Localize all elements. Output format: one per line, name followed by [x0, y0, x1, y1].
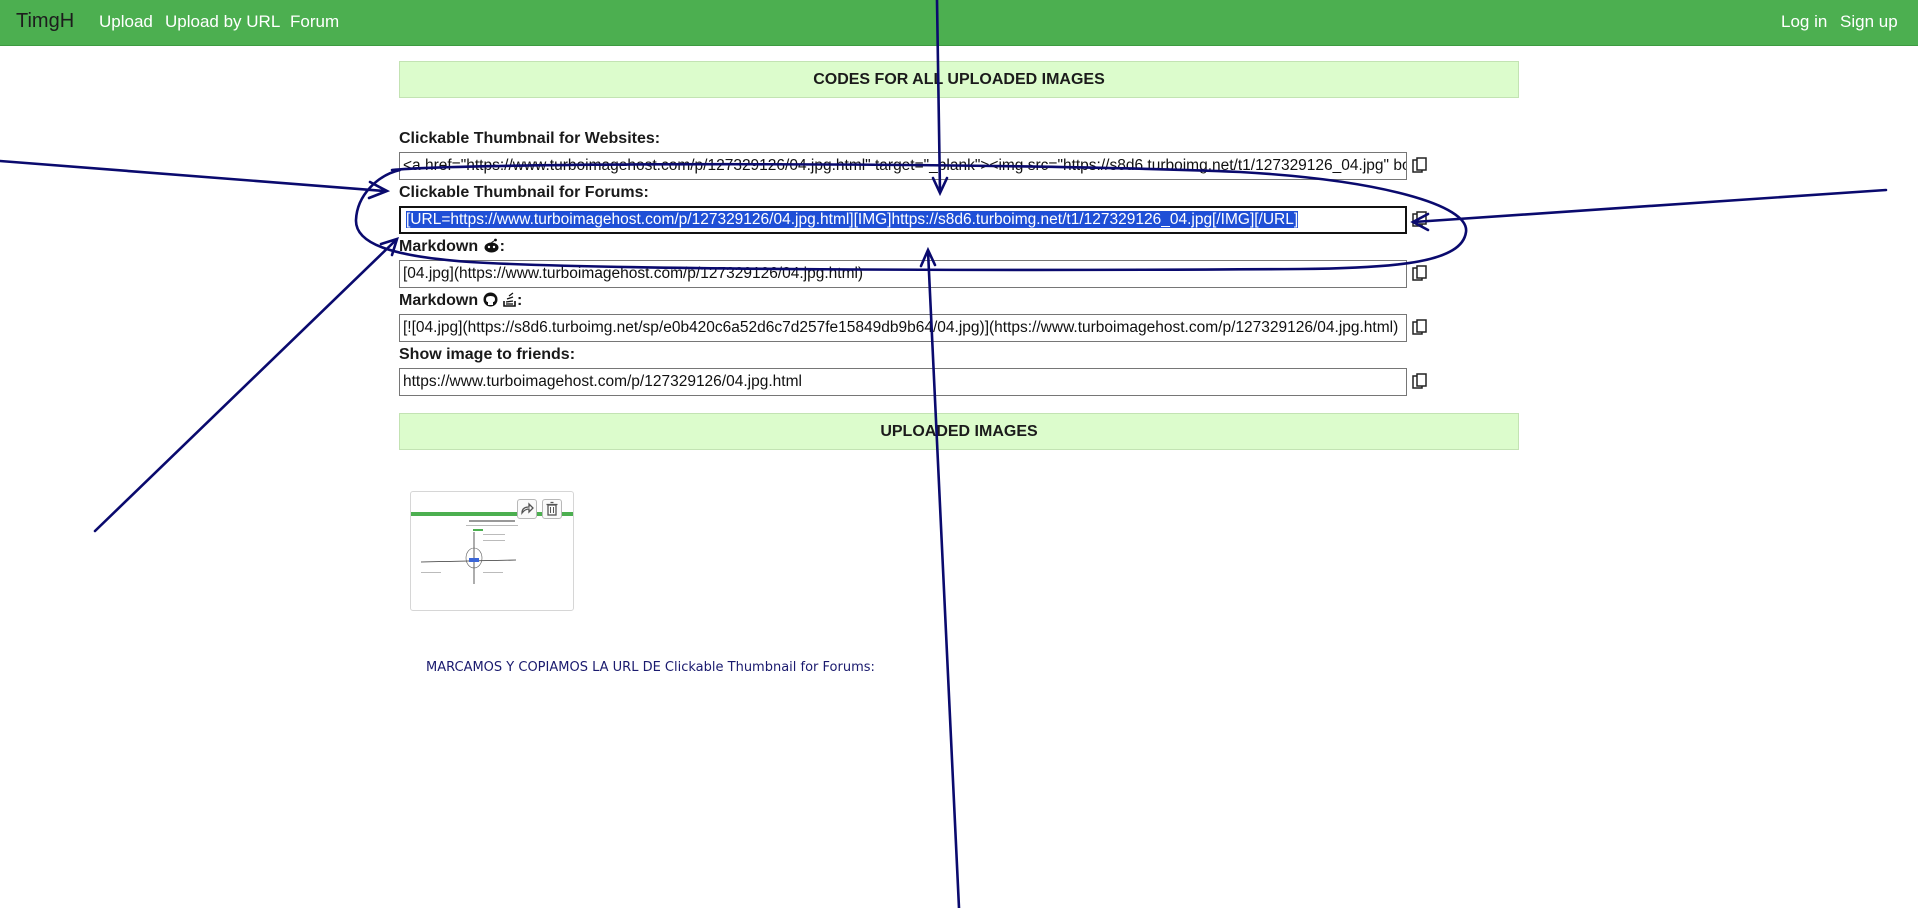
annotation-arrow	[926, 249, 961, 908]
annotation-arrow	[93, 238, 398, 533]
nav-upload-by-url[interactable]: Upload by URL	[165, 12, 280, 32]
copy-icon[interactable]	[1412, 157, 1428, 175]
annotation-overlay	[0, 0, 1888, 908]
reddit-icon	[484, 238, 499, 253]
field-label-friends: Show image to friends:	[399, 346, 576, 363]
share-icon[interactable]	[517, 499, 537, 519]
annotation-arrow	[0, 159, 387, 193]
code-input-friends[interactable]: https://www.turboimagehost.com/p/1273291…	[399, 368, 1407, 396]
code-input-markdown-github[interactable]: [![04.jpg](https://s8d6.turboimg.net/sp/…	[399, 314, 1407, 342]
uploaded-image-thumbnail[interactable]	[410, 491, 574, 611]
nav-upload[interactable]: Upload	[99, 12, 153, 32]
nav-log-in[interactable]: Log in	[1781, 12, 1827, 32]
field-label-colon: :	[517, 292, 523, 309]
top-navbar: TimgH Upload Upload by URL Forum Log in …	[0, 0, 1918, 46]
uploaded-images-banner: UPLOADED IMAGES	[399, 413, 1519, 450]
code-input-websites[interactable]: <a href="https://www.turboimagehost.com/…	[399, 152, 1407, 180]
copy-icon[interactable]	[1412, 265, 1428, 283]
annotation-arrowhead	[379, 237, 399, 257]
code-input-forums[interactable]: [URL=https://www.turboimagehost.com/p/12…	[399, 206, 1407, 234]
nav-sign-up[interactable]: Sign up	[1840, 12, 1898, 32]
field-label-colon: :	[499, 238, 505, 255]
field-label-markdown-github: Markdown :	[399, 292, 522, 310]
selected-text: [URL=https://www.turboimagehost.com/p/12…	[406, 211, 1299, 228]
annotation-arrow	[1412, 188, 1888, 224]
stackoverflow-icon	[503, 292, 516, 307]
field-label-forums: Clickable Thumbnail for Forums:	[399, 184, 649, 201]
github-icon	[483, 292, 498, 307]
brand-logo[interactable]: TimgH	[16, 10, 74, 33]
annotation-arrowhead	[931, 176, 949, 197]
codes-banner: CODES FOR ALL UPLOADED IMAGES	[399, 61, 1519, 98]
trash-icon[interactable]	[542, 499, 562, 519]
field-label-text: Markdown	[399, 292, 479, 309]
field-label-websites: Clickable Thumbnail for Websites:	[399, 130, 661, 147]
nav-forum[interactable]: Forum	[290, 12, 339, 32]
annotation-text: MARCAMOS Y COPIAMOS LA URL DE Clickable …	[426, 660, 875, 675]
field-label-markdown-reddit: Markdown :	[399, 238, 505, 256]
copy-icon[interactable]	[1412, 211, 1428, 229]
field-label-text: Markdown	[399, 238, 479, 255]
copy-icon[interactable]	[1412, 319, 1428, 337]
copy-icon[interactable]	[1412, 373, 1428, 391]
annotation-arrowhead	[367, 180, 391, 200]
code-input-markdown-reddit[interactable]: [04.jpg](https://www.turboimagehost.com/…	[399, 260, 1407, 288]
